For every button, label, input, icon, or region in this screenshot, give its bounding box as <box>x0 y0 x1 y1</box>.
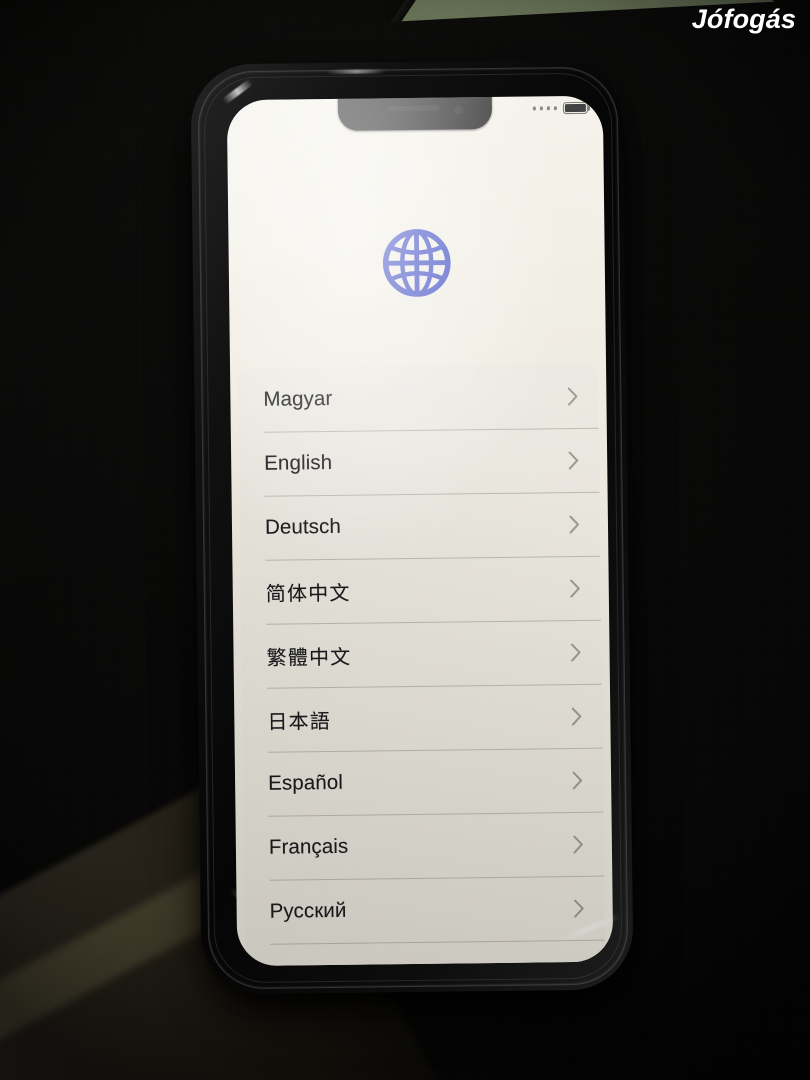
jofogas-watermark: Jófogás <box>691 4 796 34</box>
bezel-glint-top <box>326 69 387 75</box>
phone-device: Magyar English Deutsch 简体中文 繁體中文 日本語 Esp… <box>190 59 634 995</box>
phone-rim-inner <box>203 72 623 984</box>
